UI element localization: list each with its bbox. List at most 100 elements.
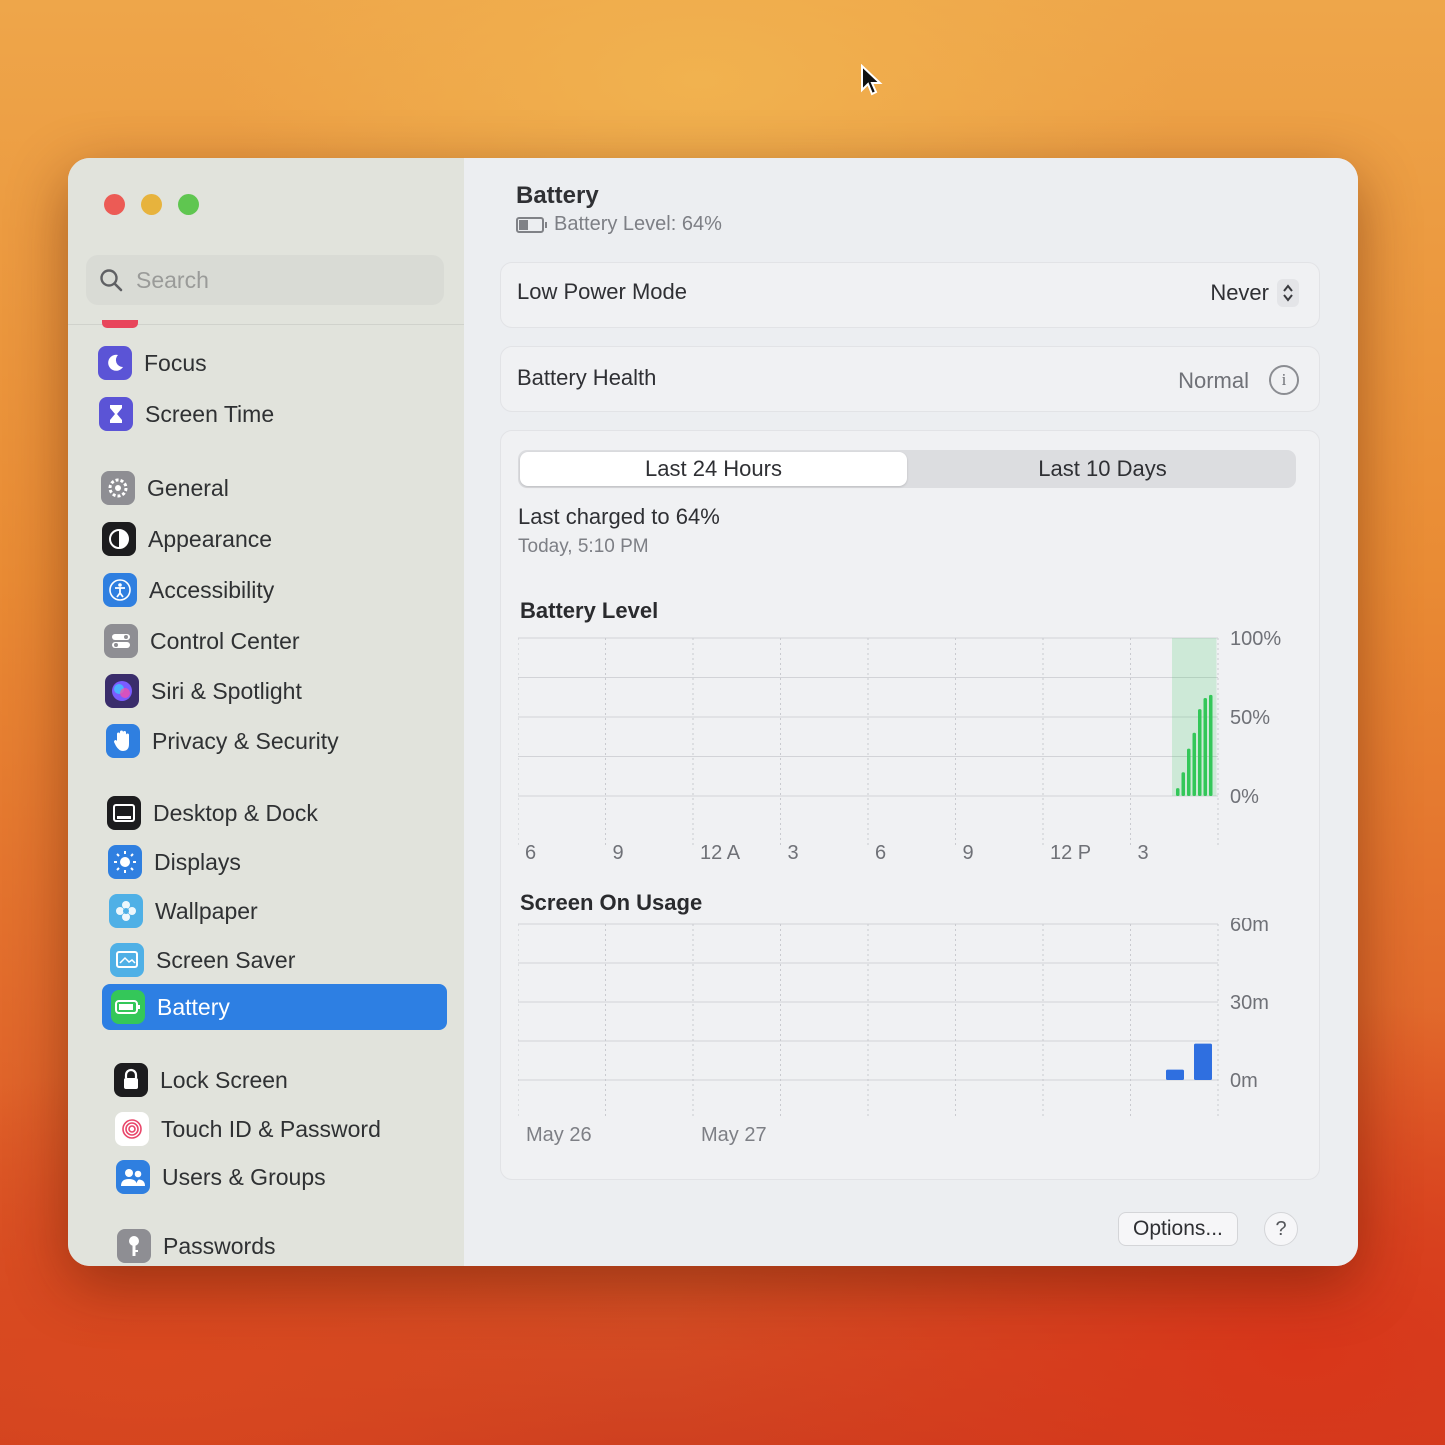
sidebar-item-battery[interactable]: Battery xyxy=(102,984,447,1030)
time-range-segmented-control: Last 24 Hours Last 10 Days xyxy=(518,450,1296,488)
tab-last-24-hours[interactable]: Last 24 Hours xyxy=(520,452,907,486)
search-icon xyxy=(100,269,123,292)
screen-usage-chart-title: Screen On Usage xyxy=(520,890,703,915)
sidebar-item-general[interactable]: General xyxy=(101,465,229,511)
siri-icon xyxy=(105,674,139,708)
sidebar-item-label: Control Center xyxy=(150,627,300,654)
sidebar-item-screen-time[interactable]: Screen Time xyxy=(99,391,274,437)
sidebar-item-label: Touch ID & Password xyxy=(161,1115,381,1142)
mouse-cursor xyxy=(861,64,883,96)
hourglass-icon xyxy=(99,397,133,431)
screensaver-icon xyxy=(110,943,144,977)
sidebar: Focus Screen Time General Appearance xyxy=(68,158,464,1266)
sidebar-item-label: Privacy & Security xyxy=(152,727,339,754)
sidebar-item-displays[interactable]: Displays xyxy=(108,839,241,885)
battery-health-value: Normal xyxy=(1178,368,1249,393)
battery-level-chart-title: Battery Level xyxy=(520,598,659,623)
y-tick-label: 100% xyxy=(1230,628,1281,650)
page-title: Battery xyxy=(516,182,599,209)
x-tick-label: 9 xyxy=(613,842,624,864)
battery-level-status: Battery Level: 64% xyxy=(516,213,722,236)
sidebar-item-label: Battery xyxy=(157,993,230,1020)
sidebar-item-control-center[interactable]: Control Center xyxy=(104,618,300,664)
battery-pane: Battery Battery Level: 64% Low Power Mod… xyxy=(464,158,1358,1266)
x-tick-label: 3 xyxy=(1138,842,1149,864)
battery-icon xyxy=(111,990,145,1024)
screen-on-usage-chart: 6912 A36912 P360m30m0m xyxy=(518,918,1269,1118)
y-tick-label: 30m xyxy=(1230,992,1269,1014)
date-label: May 26 xyxy=(526,1124,592,1146)
last-charged-time: Today, 5:10 PM xyxy=(518,536,649,557)
appearance-icon xyxy=(102,522,136,556)
sidebar-item-label: Accessibility xyxy=(149,576,275,603)
x-tick-label: 9 xyxy=(963,842,974,864)
settings-window: Focus Screen Time General Appearance xyxy=(68,158,1358,1266)
battery-status-icon xyxy=(516,216,547,233)
battery-level-text: Battery Level: 64% xyxy=(554,213,722,235)
sidebar-item-label: General xyxy=(147,474,229,501)
sidebar-item-label: Siri & Spotlight xyxy=(151,677,302,704)
chart-bar xyxy=(1194,1043,1212,1080)
flower-icon xyxy=(109,894,143,928)
scrolled-item-icon xyxy=(102,320,138,328)
fingerprint-icon xyxy=(115,1112,149,1146)
sidebar-item-passwords[interactable]: Passwords xyxy=(117,1223,275,1266)
zoom-button[interactable] xyxy=(178,194,199,215)
sidebar-item-accessibility[interactable]: Accessibility xyxy=(103,567,274,613)
chevron-updown-icon xyxy=(1277,279,1299,307)
sidebar-item-label: Users & Groups xyxy=(162,1163,326,1190)
sidebar-item-siri-spotlight[interactable]: Siri & Spotlight xyxy=(105,668,302,714)
control-center-icon xyxy=(104,624,138,658)
sidebar-item-lock-screen[interactable]: Lock Screen xyxy=(114,1057,288,1103)
sidebar-item-label: Displays xyxy=(154,848,241,875)
sidebar-item-label: Focus xyxy=(144,349,207,376)
sidebar-item-label: Passwords xyxy=(163,1232,276,1259)
charging-region xyxy=(1172,638,1217,796)
battery-level-chart: 6 9 12 A 3 6 9 12 P 3 100% 50% 0% xyxy=(518,628,1281,864)
x-tick-label: 12 A xyxy=(700,842,741,864)
x-tick-label: 12 P xyxy=(1050,842,1091,864)
sidebar-item-appearance[interactable]: Appearance xyxy=(102,516,272,562)
search-input[interactable] xyxy=(134,265,418,295)
sidebar-item-touch-id-password[interactable]: Touch ID & Password xyxy=(115,1106,381,1152)
y-tick-label: 0m xyxy=(1230,1070,1258,1092)
sidebar-item-focus[interactable]: Focus xyxy=(98,340,207,386)
sidebar-item-users-groups[interactable]: Users & Groups xyxy=(116,1154,326,1200)
sidebar-item-desktop-dock[interactable]: Desktop & Dock xyxy=(107,790,318,836)
help-button[interactable]: ? xyxy=(1264,1212,1298,1246)
tab-last-10-days[interactable]: Last 10 Days xyxy=(909,450,1296,488)
moon-icon xyxy=(98,346,132,380)
info-icon[interactable]: i xyxy=(1269,365,1299,395)
dock-icon xyxy=(107,796,141,830)
x-tick-label: 6 xyxy=(875,842,886,864)
sidebar-item-screen-saver[interactable]: Screen Saver xyxy=(110,937,295,983)
sidebar-item-label: Lock Screen xyxy=(160,1066,288,1093)
close-button[interactable] xyxy=(104,194,125,215)
sidebar-item-label: Wallpaper xyxy=(155,897,258,924)
gear-icon xyxy=(101,471,135,505)
sidebar-item-label: Screen Time xyxy=(145,400,275,427)
low-power-mode-label: Low Power Mode xyxy=(517,279,687,304)
sidebar-item-wallpaper[interactable]: Wallpaper xyxy=(109,888,258,934)
minimize-button[interactable] xyxy=(141,194,162,215)
sidebar-item-label: Screen Saver xyxy=(156,946,296,973)
y-tick-label: 0% xyxy=(1230,786,1259,808)
sun-icon xyxy=(108,845,142,879)
low-power-mode-select[interactable]: Never xyxy=(1210,279,1299,307)
chart-bar xyxy=(1166,1069,1184,1080)
date-label: May 27 xyxy=(701,1124,767,1146)
search-field[interactable] xyxy=(86,255,444,305)
y-tick-label: 50% xyxy=(1230,707,1270,729)
x-tick-label: 3 xyxy=(788,842,799,864)
users-icon xyxy=(116,1160,150,1194)
key-icon xyxy=(117,1229,151,1263)
battery-health-label: Battery Health xyxy=(517,365,657,390)
hand-icon xyxy=(106,724,140,758)
sidebar-item-label: Desktop & Dock xyxy=(153,799,318,826)
y-tick-label: 60m xyxy=(1230,918,1269,936)
battery-health-row: Battery Health Normal i xyxy=(500,346,1320,412)
low-power-mode-value: Never xyxy=(1210,280,1269,305)
sidebar-item-privacy-security[interactable]: Privacy & Security xyxy=(106,718,339,764)
x-tick-label: 6 xyxy=(525,842,536,864)
options-button[interactable]: Options... xyxy=(1118,1212,1238,1246)
